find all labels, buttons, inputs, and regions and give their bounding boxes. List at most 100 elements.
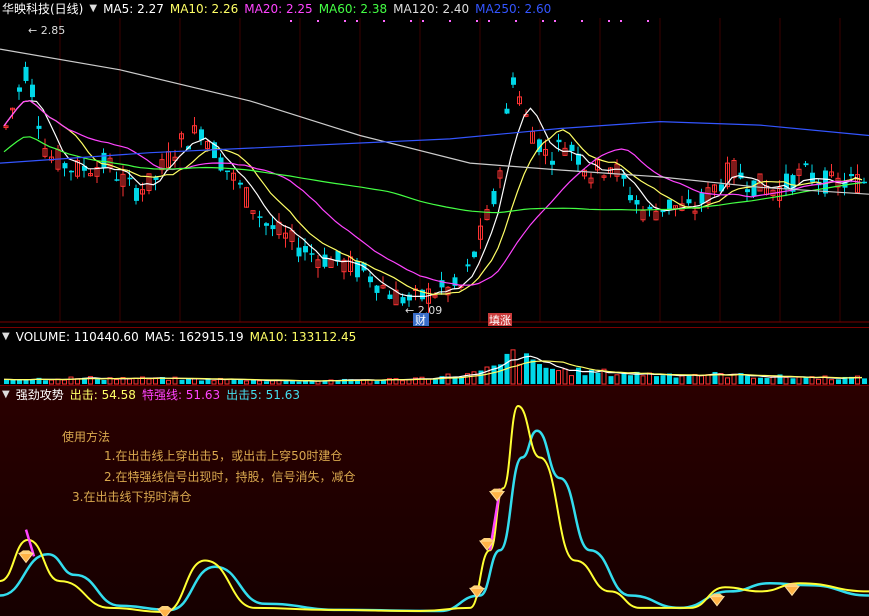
volume-bar — [803, 377, 809, 384]
volume-bar — [829, 379, 834, 385]
top-marker-dot — [620, 20, 622, 22]
indicator-legend: ▼ 强劲攻势 出击: 54.58 特强线: 51.63 出击5: 51.63 — [0, 386, 300, 404]
volume-bar — [836, 379, 841, 384]
candle-down — [309, 253, 315, 255]
candle-down — [647, 206, 653, 209]
volume-panel[interactable]: ▼ VOLUME: 110440.60 MA5: 162915.19 MA10:… — [0, 327, 869, 385]
volume-bar — [199, 380, 204, 384]
signal-diamond-icon — [17, 552, 35, 564]
volume-bar — [550, 368, 555, 384]
volume-bar — [166, 379, 171, 385]
usage-line-1: 1.在出击线上穿出击5，或出击上穿50时建仓 — [104, 449, 343, 463]
high-price-label: ← 2.85 — [28, 24, 65, 37]
volume-dropdown-icon[interactable]: ▼ — [2, 328, 10, 346]
volume-bar — [556, 370, 561, 385]
volume-bar — [796, 376, 802, 385]
ma60-line — [3, 136, 863, 214]
top-marker-dot — [449, 20, 451, 22]
candle-down — [504, 108, 510, 114]
volume-bar — [862, 378, 867, 384]
volume-bar — [49, 379, 54, 385]
ma5-line — [3, 100, 863, 297]
price-legend: 华映科技(日线) ▼ MA5: 2.27 MA10: 2.26 MA20: 2.… — [0, 0, 551, 18]
legend-chuji: 出击: 54.58 — [69, 388, 136, 402]
candle-down — [491, 191, 497, 205]
indicator-dropdown-icon[interactable]: ▼ — [2, 386, 10, 404]
signal-diamond-icon — [156, 608, 174, 616]
candle-down — [556, 139, 562, 143]
candle-down — [667, 199, 672, 210]
top-marker-dot — [581, 20, 583, 22]
volume-bar — [751, 377, 756, 385]
volume-bar — [62, 379, 67, 385]
top-marker-dot — [476, 20, 478, 22]
volume-bar — [10, 379, 16, 384]
signal-diamond-icon — [708, 596, 726, 607]
volume-ma10-line — [3, 360, 863, 382]
volume-bar — [725, 377, 730, 385]
chuji-line — [0, 404, 869, 614]
volume-bar — [290, 381, 295, 384]
candle-down — [322, 254, 328, 267]
indicator-panel[interactable]: ▼ 强劲攻势 出击: 54.58 特强线: 51.63 出击5: 51.63 使… — [0, 385, 869, 616]
candle-down — [62, 163, 68, 169]
usage-line-3: 3.在出击线下拐时清仓 — [72, 490, 192, 504]
volume-bar — [705, 374, 711, 385]
top-marker-dot — [554, 20, 556, 22]
candle-down — [400, 297, 406, 304]
candle-down — [127, 177, 133, 180]
volume-ma5-line — [3, 355, 863, 382]
volume-bar — [562, 368, 568, 385]
volume-bar — [68, 376, 74, 385]
candle-down — [225, 170, 230, 173]
candle-down — [849, 174, 854, 177]
candle-down — [296, 247, 302, 257]
volume-bar — [537, 364, 542, 384]
top-marker-dot — [647, 20, 649, 22]
signal-diamond-icon — [488, 491, 506, 502]
legend-vol-ma10: MA10: 133112.45 — [249, 330, 357, 344]
volume-bar — [543, 367, 549, 384]
volume-bar — [224, 379, 230, 385]
stock-title: 华映科技(日线) — [2, 2, 84, 16]
top-marker-dot — [488, 20, 490, 22]
volume-bar — [764, 378, 770, 384]
volume-bar — [569, 375, 574, 385]
legend-dropdown-icon[interactable]: ▼ — [89, 0, 97, 18]
volume-bar — [43, 380, 48, 384]
legend-volume: VOLUME: 110440.60 — [15, 330, 139, 344]
volume-bar — [673, 377, 679, 384]
ma250-line — [0, 120, 869, 164]
ma20-line — [3, 100, 863, 286]
candle-down — [628, 195, 633, 201]
candle-down — [810, 172, 815, 182]
volume-legend: ▼ VOLUME: 110440.60 MA5: 162915.19 MA10:… — [0, 328, 356, 346]
candle-down — [114, 179, 120, 181]
legend-ma10: MA10: 2.26 — [169, 2, 239, 16]
volume-bar — [758, 377, 763, 384]
volume-bar — [257, 380, 262, 385]
legend-ma5: MA5: 2.27 — [103, 2, 164, 16]
volume-bar — [179, 379, 185, 384]
price-chart[interactable]: ← 2.85← 2.09财 填涨 — [0, 0, 869, 327]
top-marker-dot — [383, 20, 385, 22]
volume-bar — [146, 378, 152, 385]
volume-bar — [530, 359, 536, 384]
volume-bar — [595, 372, 601, 384]
volume-bar — [133, 377, 139, 385]
candle-down — [69, 170, 74, 173]
candle-down — [634, 200, 640, 205]
candle-down — [699, 192, 705, 204]
candle-down — [511, 77, 516, 85]
volume-bar — [731, 373, 737, 385]
candle-down — [745, 189, 750, 193]
volume-bar — [303, 380, 308, 384]
candle-down — [257, 216, 263, 218]
price-panel[interactable]: ← 2.85 ← 2.09 财填涨 华映科技(日线) ▼ MA5: 2.27 MA1… — [0, 0, 869, 327]
top-marker-dot — [542, 20, 544, 22]
usage-line-2: 2.在特强线信号出现时，持股，信号消失，减仓 — [104, 470, 356, 484]
candle-down — [374, 285, 380, 293]
top-marker-dot — [515, 20, 517, 22]
top-marker-dot — [290, 20, 292, 22]
candle-down — [238, 182, 243, 185]
